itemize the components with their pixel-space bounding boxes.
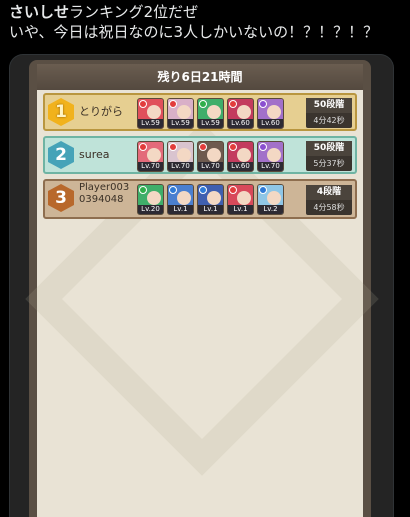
clear-time: 4分42秒 [313, 116, 345, 125]
element-icon [139, 143, 147, 151]
character-portrait: Lv.59 [197, 98, 224, 129]
ranking-row-1: 1 とりがら Lv.59 Lv.59 Lv.59 Lv.60 Lv.60 50段… [43, 93, 357, 131]
game-screenshot-frame: 残り6日21時間 1 とりがら Lv.59 Lv.59 Lv.59 Lv.60 … [25, 60, 379, 517]
character-level: Lv.70 [198, 162, 223, 171]
element-icon [259, 186, 267, 194]
element-icon [139, 100, 147, 108]
element-icon [229, 100, 237, 108]
character-portrait: Lv.2 [257, 184, 284, 215]
stage-reached: 4段階 [306, 185, 352, 200]
character-portrait: Lv.70 [257, 141, 284, 172]
character-level: Lv.59 [138, 119, 163, 128]
result-box: 50段階 5分37秒 [306, 141, 352, 171]
tweet-line-1-rest: ランキング2位だぜ [69, 3, 199, 21]
character-level: Lv.20 [138, 205, 163, 214]
element-icon [169, 100, 177, 108]
character-level: Lv.2 [258, 205, 283, 214]
tweet-author[interactable]: さいしせ [9, 3, 69, 21]
element-icon [169, 186, 177, 194]
character-level: Lv.59 [198, 119, 223, 128]
character-level: Lv.60 [258, 119, 283, 128]
clear-time: 5分37秒 [313, 159, 345, 168]
ranking-panel: 残り6日21時間 1 とりがら Lv.59 Lv.59 Lv.59 Lv.60 … [25, 64, 379, 517]
character-portrait: Lv.70 [197, 141, 224, 172]
character-portrait: Lv.60 [227, 98, 254, 129]
character-portrait: Lv.1 [167, 184, 194, 215]
character-portrait: Lv.60 [257, 98, 284, 129]
tweet-media[interactable]: 残り6日21時間 1 とりがら Lv.59 Lv.59 Lv.59 Lv.60 … [9, 54, 394, 517]
character-level: Lv.1 [198, 205, 223, 214]
element-icon [169, 143, 177, 151]
rank-badge-icon: 1 [48, 98, 74, 126]
character-level: Lv.70 [168, 162, 193, 171]
element-icon [199, 100, 207, 108]
character-portrait: Lv.60 [227, 141, 254, 172]
party-list: Lv.59 Lv.59 Lv.59 Lv.60 Lv.60 [137, 98, 284, 129]
character-level: Lv.1 [168, 205, 193, 214]
stage-reached: 50段階 [306, 141, 352, 156]
element-icon [259, 143, 267, 151]
player-name: とりがら [79, 105, 123, 118]
clear-time: 4分58秒 [313, 203, 345, 212]
character-portrait: Lv.70 [137, 141, 164, 172]
party-list: Lv.20 Lv.1 Lv.1 Lv.1 Lv.2 [137, 184, 284, 215]
tweet-line-2: いや、今日は祝日なのに3人しかいないの！？！？！？ [9, 23, 379, 41]
character-level: Lv.60 [228, 162, 253, 171]
character-portrait: Lv.70 [167, 141, 194, 172]
element-icon [259, 100, 267, 108]
player-name: surea [79, 148, 110, 161]
element-icon [199, 186, 207, 194]
player-name: Player0030394048 [79, 182, 130, 205]
rank-badge-icon: 2 [48, 141, 74, 169]
character-level: Lv.70 [258, 162, 283, 171]
ranking-row-3: 3 Player0030394048 Lv.20 Lv.1 Lv.1 Lv.1 … [43, 179, 357, 219]
character-portrait: Lv.59 [137, 98, 164, 129]
character-portrait: Lv.1 [197, 184, 224, 215]
character-portrait: Lv.20 [137, 184, 164, 215]
tweet-line-1: さいしせランキング2位だぜ [9, 2, 405, 22]
character-level: Lv.59 [168, 119, 193, 128]
character-level: Lv.60 [228, 119, 253, 128]
element-icon [139, 186, 147, 194]
ranking-row-2: 2 surea Lv.70 Lv.70 Lv.70 Lv.60 Lv.70 50… [43, 136, 357, 174]
character-level: Lv.1 [228, 205, 253, 214]
rank-badge-icon: 3 [48, 184, 74, 212]
result-box: 50段階 4分42秒 [306, 98, 352, 128]
character-level: Lv.70 [138, 162, 163, 171]
party-list: Lv.70 Lv.70 Lv.70 Lv.60 Lv.70 [137, 141, 284, 172]
element-icon [229, 186, 237, 194]
background-emblem [25, 122, 379, 476]
character-portrait: Lv.1 [227, 184, 254, 215]
tweet-text: さいしせランキング2位だぜ いや、今日は祝日なのに3人しかいないの！？！？！？ [9, 2, 405, 42]
stage-reached: 50段階 [306, 98, 352, 113]
element-icon [199, 143, 207, 151]
character-portrait: Lv.59 [167, 98, 194, 129]
remaining-time-header: 残り6日21時間 [37, 64, 363, 90]
element-icon [229, 143, 237, 151]
result-box: 4段階 4分58秒 [306, 185, 352, 215]
